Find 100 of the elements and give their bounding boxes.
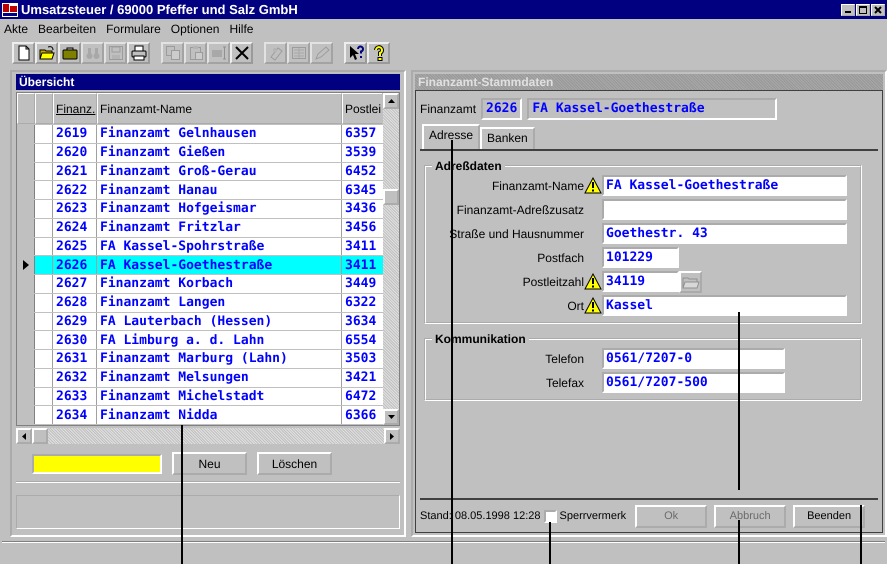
table-row[interactable]: 2632 Finanzamt Melsungen 3421	[17, 368, 383, 388]
table-cell: 2628	[53, 294, 97, 312]
action-button[interactable]: Neu	[172, 452, 247, 475]
browse-button[interactable]	[679, 270, 702, 292]
panel-title: Übersicht	[16, 74, 400, 90]
column-header[interactable]: Finanzamt-Name	[97, 93, 342, 124]
field-label: Telefon	[544, 352, 584, 366]
open-folder-icon	[38, 45, 54, 61]
input-field[interactable]: FA Kassel-Goethestraße	[602, 175, 847, 196]
toolbar-button[interactable]	[58, 42, 81, 64]
table-row[interactable]: 2634 Finanzamt Nidda 6366	[17, 406, 383, 425]
help-pointer-icon	[348, 45, 364, 61]
window-title: Umsatzsteuer / 69000 Pfeffer und Salz GmbH	[21, 2, 299, 17]
table-cell-text: 3436	[344, 200, 378, 218]
table-cell-text: 6554	[344, 332, 378, 349]
row-pointer-icon	[22, 260, 28, 270]
input-field[interactable]: 0561/7207-0	[602, 348, 785, 369]
toolbar-button[interactable]	[12, 42, 35, 64]
vertical-scrollbar[interactable]	[383, 93, 399, 425]
table-cell-text: 3539	[344, 144, 378, 162]
input-field[interactable]: 34119	[602, 271, 679, 292]
table-cell: 2619	[53, 125, 97, 143]
maximize-button[interactable]	[856, 4, 870, 16]
table-cell: Finanzamt Gelnhausen	[97, 125, 342, 143]
scroll-thumb[interactable]	[32, 428, 48, 444]
toolbar-button[interactable]	[344, 42, 367, 64]
toolbar-button[interactable]	[127, 42, 150, 64]
menu-item[interactable]: Formulare	[106, 22, 161, 36]
field-label: Postleitzahl	[522, 274, 584, 288]
scroll-thumb[interactable]	[383, 189, 399, 205]
horizontal-scrollbar[interactable]	[16, 428, 400, 444]
table-cell: Finanzamt Nidda	[97, 406, 342, 424]
table-cell: Finanzamt Langen	[97, 294, 342, 312]
table-cell-text: 6452	[344, 162, 378, 180]
checkbox-label: Sperrvermerk	[560, 510, 626, 522]
field-label: Postfach	[536, 250, 584, 264]
table-row[interactable]: 2627 Finanzamt Korbach 3449	[17, 275, 383, 294]
table-row[interactable]: 2628 Finanzamt Langen 6322	[17, 294, 383, 312]
table-row[interactable]: 2625 FA Kassel-Spohrstraße 3411	[17, 238, 383, 256]
table-cell: 2629	[53, 312, 97, 330]
menu-item[interactable]: Bearbeiten	[38, 22, 96, 36]
input-field[interactable]: 101229	[602, 247, 679, 268]
table-cell: 2631	[53, 350, 97, 368]
panel-title: Finanzamt-Stammdaten	[415, 74, 883, 90]
table-row[interactable]: 2631 Finanzamt Marburg (Lahn) 3503	[17, 350, 383, 369]
table-cell: 2634	[53, 406, 97, 424]
dialog-button[interactable]: Beenden	[793, 504, 866, 528]
column-header[interactable]: Finanz.	[53, 93, 97, 124]
table-cell-text: 3449	[344, 275, 378, 293]
input-field[interactable]: Kassel	[602, 295, 847, 316]
table-cell: 2632	[53, 368, 97, 386]
input-field[interactable]: 0561/7207-500	[602, 372, 785, 393]
input-field[interactable]: Goethestr. 43	[602, 223, 847, 244]
tab[interactable]: Banken	[480, 127, 535, 149]
table-cell: 2627	[53, 275, 97, 293]
ledger-icon	[290, 45, 306, 61]
table-row[interactable]: 2630 FA Limburg a. d. Lahn 6554	[17, 331, 383, 350]
table-cell: Finanzamt Korbach	[97, 275, 342, 293]
menu-item[interactable]: Hilfe	[229, 22, 254, 36]
minimize-icon	[845, 11, 851, 13]
table-cell-text: 6366	[344, 406, 378, 424]
pencil-icon	[314, 45, 330, 61]
status-text: Stand: 08.05.1998 12:28	[420, 510, 540, 522]
table-row[interactable]: 2619 Finanzamt Gelnhausen 6357	[17, 125, 383, 144]
menu-item[interactable]: Optionen	[170, 22, 220, 36]
tab[interactable]: Adresse	[422, 124, 480, 149]
menu-item[interactable]: Akte	[4, 22, 28, 36]
table-cell-text: 3421	[344, 369, 378, 386]
table-row[interactable]: 2624 Finanzamt Fritzlar 3456	[17, 218, 383, 238]
table-cell-text: 6357	[344, 125, 378, 143]
table-row[interactable]: 2621 Finanzamt Groß-Gerau 6452	[17, 162, 383, 182]
table-cell: 2623	[53, 200, 97, 218]
cross-icon	[234, 45, 250, 61]
field-label: Telefax	[544, 376, 584, 390]
table-cell: Finanzamt Gießen	[97, 144, 342, 162]
search-field[interactable]	[32, 454, 162, 474]
field-label: Finanzamt	[420, 102, 476, 116]
table-row[interactable]: 2629 FA Lauterbach (Hessen) 3634	[17, 312, 383, 332]
table-cell: Finanzamt Michelstadt	[97, 388, 342, 406]
toolbar-button[interactable]	[367, 42, 390, 64]
table-cell: Finanzamt Hanau	[97, 181, 342, 199]
table-cell: Finanzamt Marburg (Lahn)	[97, 350, 342, 368]
table-row[interactable]: 2623 Finanzamt Hofgeismar 3436	[17, 200, 383, 219]
input-field[interactable]	[602, 199, 847, 220]
minimize-button[interactable]	[841, 4, 855, 16]
toolbar-button[interactable]	[35, 42, 58, 64]
checkbox[interactable]	[544, 510, 556, 522]
close-button[interactable]	[871, 4, 885, 16]
toolbar-button[interactable]	[230, 42, 253, 64]
table-row[interactable]: 2633 Finanzamt Michelstadt 6472	[17, 388, 383, 406]
table-row[interactable]: 2626 FA Kassel-Goethestraße 3411	[17, 256, 383, 275]
table-cell: 2621	[53, 162, 97, 180]
table-row[interactable]: 2622 Finanzamt Hanau 6345	[17, 181, 383, 200]
table-cell: FA Kassel-Spohrstraße	[97, 238, 342, 256]
field-label: Ort	[566, 298, 584, 312]
action-button[interactable]: Löschen	[257, 452, 332, 475]
table-cell: 2624	[53, 218, 97, 236]
column-header[interactable]: Postlei	[342, 93, 382, 124]
table-row[interactable]: 2620 Finanzamt Gießen 3539	[17, 144, 383, 162]
down-arrow-icon	[388, 415, 394, 419]
